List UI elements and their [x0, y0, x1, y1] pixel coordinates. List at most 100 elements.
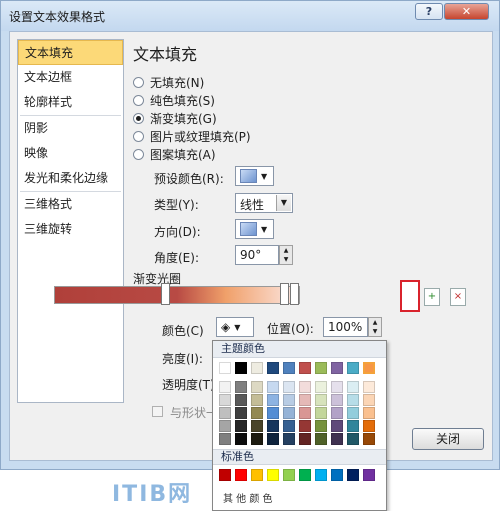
theme-shade-swatch[interactable]: [299, 433, 311, 445]
add-stop-button[interactable]: +: [424, 288, 440, 306]
theme-shade-swatch[interactable]: [363, 433, 375, 445]
direction-dropdown[interactable]: ▼: [235, 219, 274, 239]
up-arrow-icon[interactable]: ▲: [369, 318, 381, 327]
rotate-with-shape-checkbox[interactable]: [152, 406, 163, 417]
theme-color-swatch[interactable]: [283, 362, 295, 374]
theme-shade-swatch[interactable]: [235, 381, 247, 393]
nav-item-4[interactable]: 映像: [18, 141, 123, 166]
radio-button[interactable]: [133, 148, 144, 160]
theme-shade-swatch[interactable]: [347, 407, 359, 419]
theme-shade-swatch[interactable]: [267, 394, 279, 406]
stop-color-dropdown[interactable]: ◈ ▼: [216, 317, 254, 337]
theme-shade-swatch[interactable]: [299, 407, 311, 419]
theme-color-swatch[interactable]: [299, 362, 311, 374]
theme-color-swatch[interactable]: [219, 362, 231, 374]
theme-shade-swatch[interactable]: [347, 420, 359, 432]
help-button[interactable]: ?: [415, 3, 443, 20]
fill-option-3[interactable]: 图片或纹理填充(P): [133, 127, 251, 145]
preset-color-dropdown[interactable]: ▼: [235, 166, 274, 186]
theme-color-swatch[interactable]: [251, 362, 263, 374]
theme-shade-swatch[interactable]: [363, 420, 375, 432]
theme-shade-swatch[interactable]: [331, 407, 343, 419]
theme-shade-swatch[interactable]: [331, 433, 343, 445]
remove-stop-button[interactable]: ×: [450, 288, 466, 306]
standard-color-swatch[interactable]: [235, 469, 247, 481]
theme-shade-swatch[interactable]: [283, 407, 295, 419]
position-spinner[interactable]: ▲ ▼: [368, 317, 382, 337]
fill-option-4[interactable]: 图案填充(A): [133, 145, 216, 163]
theme-shade-swatch[interactable]: [251, 433, 263, 445]
down-arrow-icon[interactable]: ▼: [280, 255, 292, 264]
theme-shade-swatch[interactable]: [363, 381, 375, 393]
theme-shade-swatch[interactable]: [283, 381, 295, 393]
theme-shade-swatch[interactable]: [363, 394, 375, 406]
theme-shade-swatch[interactable]: [315, 420, 327, 432]
theme-shade-swatch[interactable]: [219, 394, 231, 406]
window-close-button[interactable]: ✕: [444, 3, 489, 20]
theme-shade-swatch[interactable]: [331, 394, 343, 406]
gradient-stop-2[interactable]: [280, 283, 289, 305]
gradient-stop-1[interactable]: [161, 283, 170, 305]
theme-shade-swatch[interactable]: [267, 407, 279, 419]
theme-shade-swatch[interactable]: [283, 420, 295, 432]
standard-color-swatch[interactable]: [251, 469, 263, 481]
angle-input[interactable]: 90°: [235, 245, 279, 265]
theme-shade-swatch[interactable]: [363, 407, 375, 419]
standard-color-swatch[interactable]: [219, 469, 231, 481]
theme-color-swatch[interactable]: [331, 362, 343, 374]
theme-color-swatch[interactable]: [363, 362, 375, 374]
theme-shade-swatch[interactable]: [347, 433, 359, 445]
standard-color-swatch[interactable]: [283, 469, 295, 481]
down-arrow-icon[interactable]: ▼: [369, 327, 381, 336]
theme-shade-swatch[interactable]: [283, 433, 295, 445]
type-select[interactable]: 线性 ▼: [235, 193, 293, 213]
theme-shade-swatch[interactable]: [299, 381, 311, 393]
standard-color-swatch[interactable]: [331, 469, 343, 481]
theme-shade-swatch[interactable]: [299, 394, 311, 406]
nav-item-3[interactable]: 阴影: [18, 116, 123, 141]
standard-color-swatch[interactable]: [267, 469, 279, 481]
fill-option-1[interactable]: 纯色填充(S): [133, 91, 215, 109]
standard-color-swatch[interactable]: [347, 469, 359, 481]
theme-shade-swatch[interactable]: [235, 407, 247, 419]
theme-shade-swatch[interactable]: [219, 407, 231, 419]
theme-color-swatch[interactable]: [267, 362, 279, 374]
radio-button[interactable]: [133, 76, 144, 88]
theme-shade-swatch[interactable]: [219, 420, 231, 432]
nav-item-0[interactable]: 文本填充: [18, 40, 123, 65]
standard-color-swatch[interactable]: [363, 469, 375, 481]
theme-color-swatch[interactable]: [315, 362, 327, 374]
theme-shade-swatch[interactable]: [219, 433, 231, 445]
gradient-stops-bar[interactable]: [54, 286, 300, 304]
theme-color-swatch[interactable]: [347, 362, 359, 374]
nav-item-2[interactable]: 轮廓样式: [18, 90, 123, 115]
theme-shade-swatch[interactable]: [283, 394, 295, 406]
theme-shade-swatch[interactable]: [315, 394, 327, 406]
theme-shade-swatch[interactable]: [251, 394, 263, 406]
theme-shade-swatch[interactable]: [347, 381, 359, 393]
theme-shade-swatch[interactable]: [267, 433, 279, 445]
close-button[interactable]: 关闭: [412, 428, 484, 450]
standard-color-swatch[interactable]: [315, 469, 327, 481]
position-input[interactable]: 100%: [323, 317, 368, 337]
theme-shade-swatch[interactable]: [267, 420, 279, 432]
fill-option-0[interactable]: 无填充(N): [133, 73, 204, 91]
theme-shade-swatch[interactable]: [331, 381, 343, 393]
theme-color-swatch[interactable]: [235, 362, 247, 374]
theme-shade-swatch[interactable]: [315, 407, 327, 419]
theme-shade-swatch[interactable]: [251, 407, 263, 419]
theme-shade-swatch[interactable]: [331, 420, 343, 432]
theme-shade-swatch[interactable]: [315, 433, 327, 445]
theme-shade-swatch[interactable]: [267, 381, 279, 393]
theme-shade-swatch[interactable]: [299, 420, 311, 432]
nav-item-5[interactable]: 发光和柔化边缘: [18, 166, 123, 191]
more-colors-link[interactable]: 其 他 颜 色: [223, 490, 273, 505]
gradient-stop-selected[interactable]: [400, 280, 420, 312]
nav-item-1[interactable]: 文本边框: [18, 65, 123, 90]
up-arrow-icon[interactable]: ▲: [280, 246, 292, 255]
theme-shade-swatch[interactable]: [251, 381, 263, 393]
gradient-stop-3[interactable]: [290, 283, 299, 305]
nav-item-7[interactable]: 三维旋转: [18, 217, 123, 242]
theme-shade-swatch[interactable]: [347, 394, 359, 406]
theme-shade-swatch[interactable]: [235, 394, 247, 406]
